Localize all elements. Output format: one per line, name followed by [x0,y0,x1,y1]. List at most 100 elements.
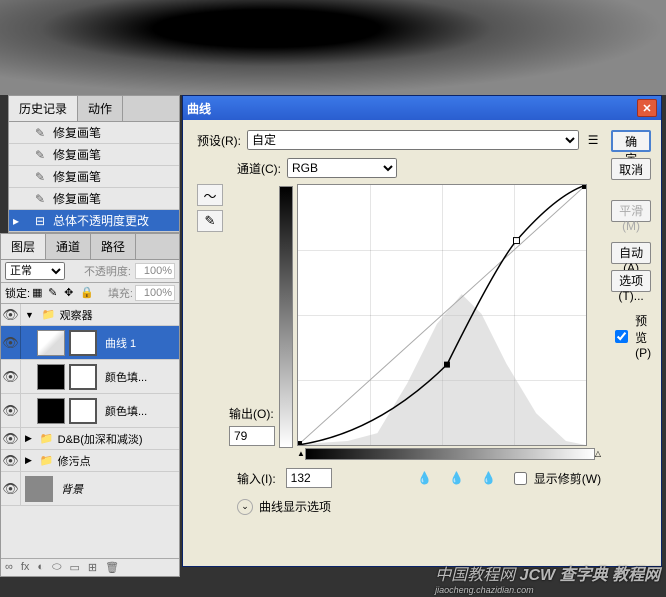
visibility-icon[interactable]: 👁 [1,472,21,505]
history-tabs: 历史记录 动作 [9,96,179,122]
mask-thumb[interactable] [69,398,97,424]
layer-group[interactable]: 👁 ▶ 📁 D&B(加深和减淡) [1,428,179,450]
tab-channels[interactable]: 通道 [46,234,91,259]
link-icon[interactable]: ∞ [5,561,13,574]
adjustment-thumb[interactable] [37,398,65,424]
preview-checkbox[interactable]: 预览(P) [611,312,651,360]
tab-actions[interactable]: 动作 [78,96,123,121]
lock-move-icon[interactable]: ✥ [64,286,78,300]
smooth-button: 平滑(M) [611,200,651,222]
gray-dropper[interactable]: 💧 [446,469,468,487]
output-label: 输出(O): [229,405,275,422]
mask-icon[interactable]: ◐ [37,561,44,574]
history-item[interactable]: ▸⊟总体不透明度更改 [9,210,179,232]
layer-name: D&B(加深和减淡) [58,431,143,447]
white-point-slider[interactable]: △ [595,449,601,458]
lock-transparency-icon[interactable]: ▦ [32,286,46,300]
vertical-gradient [279,186,293,448]
layer-group[interactable]: 👁 ▼ 📁 观察器 [1,304,179,326]
adjust-icon[interactable]: ⬭ [52,561,61,574]
curve-line [298,185,586,445]
tab-history[interactable]: 历史记录 [9,96,78,121]
layer-row[interactable]: 👁 颜色填... [1,360,179,394]
chevron-down-icon[interactable]: ▼ [25,310,34,320]
layer-row[interactable]: 👁 颜色填... [1,394,179,428]
channel-label: 通道(C): [237,160,281,177]
fx-icon[interactable]: fx [21,561,30,574]
fill-input[interactable] [135,285,175,301]
black-dropper[interactable]: 💧 [414,469,436,487]
title-bar[interactable]: 曲线 ✕ [183,96,661,120]
visibility-icon[interactable]: 👁 [1,428,21,449]
adjustment-thumb[interactable] [37,364,65,390]
preset-menu-icon[interactable]: ☰ [585,132,601,148]
options-button[interactable]: 选项(T)... [611,270,651,292]
black-point-slider[interactable]: ▲ [297,449,305,458]
visibility-icon[interactable]: 👁 [1,450,21,471]
layer-thumb[interactable] [25,476,53,502]
curves-graph[interactable] [297,184,587,446]
mask-thumb[interactable] [69,364,97,390]
expand-label: 曲线显示选项 [259,498,331,515]
show-clipping-checkbox[interactable]: 显示修剪(W) [510,469,601,488]
layers-panel: 图层 通道 路径 正常 不透明度: 锁定: ▦ ✎ ✥ 🔒 填充: 👁 ▼ 📁 … [0,233,180,577]
output-input[interactable] [229,426,275,446]
layer-row[interactable]: 👁 曲线 1 [1,326,179,360]
group-icon[interactable]: ▭ [69,561,79,574]
history-item[interactable]: ✎修复画笔 [9,144,179,166]
layer-group[interactable]: 👁 ▶ 📁 修污点 [1,450,179,472]
fill-label: 填充: [108,285,133,301]
history-label: 修复画笔 [53,124,101,141]
preview-input[interactable] [615,330,628,343]
visibility-icon[interactable]: 👁 [1,326,21,359]
trash-icon[interactable]: 🗑 [105,561,119,574]
brush-icon: ✎ [31,125,49,141]
history-label: 修复画笔 [53,146,101,163]
layer-row[interactable]: 👁 背景 [1,472,179,506]
show-clipping-input[interactable] [514,472,527,485]
layer-name: 观察器 [60,307,93,323]
opacity-input[interactable] [135,263,175,279]
history-item[interactable]: ✎修复画笔 [9,122,179,144]
horizontal-gradient [305,448,595,460]
chevron-right-icon[interactable]: ▶ [25,433,32,444]
tab-layers[interactable]: 图层 [1,234,46,259]
lock-brush-icon[interactable]: ✎ [48,286,62,300]
layer-name: 曲线 1 [105,335,136,351]
chevron-right-icon[interactable]: ▶ [25,455,32,466]
visibility-icon[interactable]: 👁 [1,360,21,393]
pencil-curve-tool[interactable]: ✎ [197,210,223,232]
layers-tabs: 图层 通道 路径 [1,234,179,260]
new-layer-icon[interactable]: ⊞ [88,561,97,574]
layer-name: 背景 [61,481,83,497]
white-dropper[interactable]: 💧 [478,469,500,487]
lock-all-icon[interactable]: 🔒 [80,286,94,300]
auto-button[interactable]: 自动(A) [611,242,651,264]
lock-label: 锁定: [5,285,30,301]
input-input[interactable] [286,468,332,488]
layer-name: 颜色填... [105,403,147,419]
folder-icon: 📁 [42,308,56,321]
visibility-icon[interactable]: 👁 [1,304,21,325]
history-item[interactable]: ✎修复画笔 [9,166,179,188]
visibility-icon[interactable]: 👁 [1,394,21,427]
blend-mode-select[interactable]: 正常 [5,262,65,280]
preset-select[interactable]: 自定 [247,130,579,150]
expand-chevron-icon[interactable]: ⌄ [237,499,253,515]
close-button[interactable]: ✕ [637,99,657,117]
history-label: 总体不透明度更改 [53,212,149,229]
layers-footer: ∞ fx ◐ ⬭ ▭ ⊞ 🗑 [1,558,179,576]
input-label: 输入(I): [237,470,276,487]
slider-icon: ⊟ [31,213,49,229]
point-curve-tool[interactable]: 〜 [197,184,223,206]
brush-icon: ✎ [31,169,49,185]
history-item[interactable]: ✎修复画笔 [9,188,179,210]
ok-button[interactable]: 确定 [611,130,651,152]
channel-select[interactable]: RGB [287,158,397,178]
cancel-button[interactable]: 取消 [611,158,651,180]
curves-dialog: 曲线 ✕ 预设(R): 自定 ☰ 通道(C): RGB 〜 ✎ 输出(O): [182,95,662,567]
tab-paths[interactable]: 路径 [91,234,136,259]
adjustment-thumb[interactable] [37,330,65,356]
layers-blend-row: 正常 不透明度: [1,260,179,283]
mask-thumb[interactable] [69,330,97,356]
